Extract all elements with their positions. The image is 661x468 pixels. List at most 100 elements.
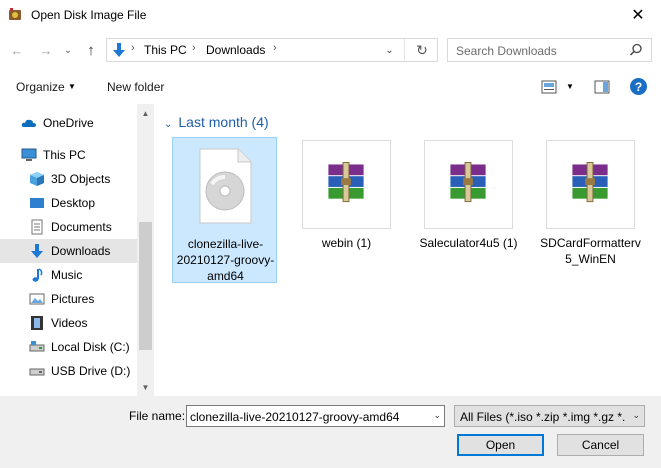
sidebar-item-label: 3D Objects xyxy=(51,172,111,186)
winrar-archive-icon xyxy=(546,140,635,229)
scroll-up-button[interactable]: ▲ xyxy=(137,106,154,120)
sidebar-item-label: Downloads xyxy=(51,244,111,258)
chevron-down-icon: ⌄ xyxy=(385,44,394,56)
new-folder-button[interactable]: New folder xyxy=(107,80,164,94)
sidebar-item-label: This PC xyxy=(43,148,86,162)
search-icon xyxy=(629,43,642,56)
breadcrumb-downloads[interactable]: Downloads xyxy=(206,43,265,57)
sidebar-item-usb-drive[interactable]: USB Drive (D:) xyxy=(0,359,137,383)
file-name-label: webin (1) xyxy=(321,236,372,250)
preview-pane-icon[interactable] xyxy=(594,80,610,94)
document-icon xyxy=(31,219,43,235)
recent-locations-button[interactable]: ⌄ xyxy=(62,41,74,59)
sidebar-item-label: Desktop xyxy=(51,196,96,210)
sidebar-item-local-disk[interactable]: Local Disk (C:) xyxy=(0,335,137,359)
file-type-value: All Files (*.iso *.zip *.img *.gz *.l xyxy=(460,410,625,424)
scroll-down-button[interactable]: ▼ xyxy=(137,380,154,394)
file-type-select[interactable]: All Files (*.iso *.zip *.img *.gz *.l ⌄ xyxy=(454,405,645,427)
usb-drive-icon xyxy=(29,368,45,376)
sidebar-item-label: Documents xyxy=(51,220,112,234)
breadcrumb-separator: › xyxy=(131,42,135,54)
breadcrumb-separator: › xyxy=(273,42,277,54)
address-dropdown-button[interactable]: ⌄ xyxy=(375,39,405,61)
computer-icon xyxy=(21,148,37,161)
film-icon xyxy=(31,316,43,330)
forward-arrow-icon: → xyxy=(39,42,53,58)
file-list: ⌄ Last month (4) clonezilla-live-20210127… xyxy=(154,104,661,396)
file-name-input[interactable] xyxy=(190,409,422,424)
help-icon: ? xyxy=(634,79,643,94)
up-button[interactable]: ↑ xyxy=(82,41,100,59)
sidebar-item-label: USB Drive (D:) xyxy=(51,364,131,378)
desktop-icon xyxy=(30,198,44,208)
download-arrow-icon xyxy=(31,244,43,258)
address-bar[interactable]: › This PC › Downloads › ⌄ ↻ xyxy=(106,38,438,62)
sidebar-item-label: Pictures xyxy=(51,292,95,306)
organize-button[interactable]: Organize xyxy=(16,80,65,94)
sidebar-item-onedrive[interactable]: OneDrive xyxy=(0,111,137,135)
sidebar-item-downloads[interactable]: Downloads xyxy=(0,239,137,263)
group-header[interactable]: ⌄ Last month (4) xyxy=(164,114,269,130)
window-title: Open Disk Image File xyxy=(31,8,147,22)
sidebar-item-this-pc[interactable]: This PC xyxy=(0,143,137,167)
file-name-combobox[interactable]: ⌄ xyxy=(186,405,445,427)
disc-image-icon xyxy=(199,148,252,224)
scrollbar-thumb[interactable] xyxy=(139,222,152,350)
sidebar-item-documents[interactable]: Documents xyxy=(0,215,137,239)
command-toolbar: Organize ▼ New folder ▼ ? xyxy=(0,72,661,102)
forward-button[interactable]: → xyxy=(37,41,55,59)
sidebar-item-desktop[interactable]: Desktop xyxy=(0,191,137,215)
file-name-label: SDCardFormatterv5_WinEN xyxy=(540,236,641,266)
file-item-clonezilla[interactable]: clonezilla-live-20210127-groovy-amd64 xyxy=(172,137,277,283)
sidebar-item-3d-objects[interactable]: 3D Objects xyxy=(0,167,137,191)
sidebar-scrollbar[interactable]: ▲ ▼ xyxy=(137,104,154,396)
back-arrow-icon: ← xyxy=(10,42,24,58)
refresh-button[interactable]: ↻ xyxy=(406,39,438,61)
file-item-sdcardformatter[interactable]: SDCardFormatterv5_WinEN xyxy=(538,137,643,283)
title-bar: Open Disk Image File ✕ xyxy=(0,0,661,30)
view-dropdown-icon[interactable]: ▼ xyxy=(566,82,574,91)
help-button[interactable]: ? xyxy=(630,78,647,95)
winrar-archive-icon xyxy=(424,140,513,229)
sidebar-item-label: Local Disk (C:) xyxy=(51,340,130,354)
scroll-up-icon: ▲ xyxy=(141,108,150,118)
chevron-down-icon[interactable]: ⌄ xyxy=(433,410,441,421)
navigation-bar: ← → ⌄ ↑ › This PC › Downloads › ⌄ ↻ xyxy=(0,30,661,70)
app-icon xyxy=(9,8,21,20)
dialog-footer: File name: ⌄ All Files (*.iso *.zip *.im… xyxy=(0,396,661,468)
sidebar-item-pictures[interactable]: Pictures xyxy=(0,287,137,311)
navigation-pane: OneDrive This PC 3D Objects Desktop Docu… xyxy=(0,104,154,396)
search-input[interactable] xyxy=(456,43,626,58)
file-item-webin[interactable]: webin (1) xyxy=(294,137,399,283)
sidebar-item-label: Music xyxy=(51,268,83,282)
breadcrumb-this-pc[interactable]: This PC xyxy=(144,43,187,57)
chevron-down-icon: ⌄ xyxy=(63,44,73,56)
file-name-label: Saleculator4u5 (1) xyxy=(419,236,518,250)
picture-icon xyxy=(29,293,45,305)
close-icon: ✕ xyxy=(631,7,645,24)
search-box[interactable] xyxy=(447,38,652,62)
cube-icon xyxy=(30,172,44,186)
winrar-archive-icon xyxy=(302,140,391,229)
refresh-icon: ↻ xyxy=(416,41,428,58)
sidebar-item-label: Videos xyxy=(51,316,88,330)
cloud-icon xyxy=(21,119,36,127)
up-arrow-icon: ↑ xyxy=(87,41,95,59)
sidebar-item-music[interactable]: Music xyxy=(0,263,137,287)
drive-icon xyxy=(29,341,45,352)
back-button[interactable]: ← xyxy=(8,41,26,59)
music-note-icon xyxy=(32,268,43,282)
file-name-label: File name: xyxy=(129,409,186,423)
download-folder-icon xyxy=(113,43,125,57)
close-button[interactable]: ✕ xyxy=(615,0,661,30)
chevron-down-icon: ⌄ xyxy=(164,119,173,130)
breadcrumb-separator: › xyxy=(192,42,196,54)
cancel-button[interactable]: Cancel xyxy=(557,434,644,456)
sidebar-item-label: OneDrive xyxy=(43,116,94,130)
group-label: Last month (4) xyxy=(178,114,269,130)
file-item-saleculator[interactable]: Saleculator4u5 (1) xyxy=(416,137,521,283)
view-options-icon[interactable] xyxy=(541,80,557,94)
open-button[interactable]: Open xyxy=(457,434,544,456)
organize-dropdown-icon[interactable]: ▼ xyxy=(68,82,76,91)
sidebar-item-videos[interactable]: Videos xyxy=(0,311,137,335)
